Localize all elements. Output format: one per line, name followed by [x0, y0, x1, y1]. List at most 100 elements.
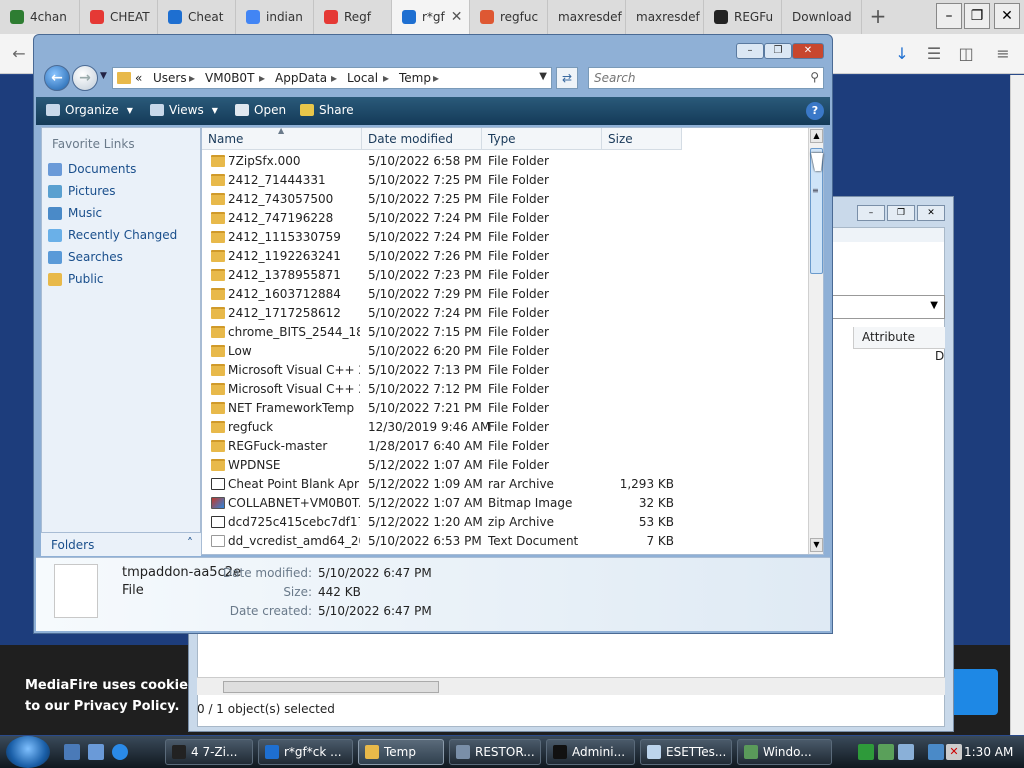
browser-tab[interactable]: Cheat [158, 0, 236, 34]
nav-item-public[interactable]: Public [48, 272, 104, 286]
bg-scroll-thumb[interactable] [223, 681, 439, 693]
breadcrumb-temp[interactable]: Temp [399, 71, 431, 85]
bg-close-button[interactable]: ✕ [917, 205, 945, 221]
browser-tab[interactable]: Regf [314, 0, 392, 34]
organize-button[interactable]: Organize ▼ [46, 103, 133, 117]
breadcrumb-separator[interactable]: ▸ [259, 71, 265, 85]
browser-minimize-button[interactable]: – [936, 3, 962, 29]
clock[interactable]: 1:30 AM [964, 745, 1013, 759]
start-button[interactable] [6, 736, 50, 768]
browser-maximize-button[interactable]: ❐ [964, 3, 990, 29]
explorer-minimize-button[interactable]: – [736, 43, 764, 59]
file-row[interactable]: 2412_1603712884 5/10/2022 7:29 PM File Fol… [202, 285, 808, 304]
browser-tab[interactable]: r*gf ✕ [392, 0, 470, 34]
nav-item-documents[interactable]: Documents [48, 162, 136, 176]
bg-horizontal-scrollbar[interactable] [197, 677, 945, 695]
file-row[interactable]: NET FrameworkTemp 5/10/2022 7:21 PM File F… [202, 399, 808, 418]
switch-windows-icon[interactable] [88, 744, 104, 760]
taskbar-button[interactable]: 4 7-Zi... [165, 739, 253, 765]
web-page-scrollbar[interactable] [1010, 75, 1024, 735]
downloads-icon[interactable]: ↓ [889, 41, 915, 67]
column-header-date[interactable]: Date modified [362, 128, 482, 150]
back-button[interactable]: ← [44, 65, 70, 91]
taskbar-button[interactable]: RESTOR... [449, 739, 541, 765]
browser-tab[interactable]: maxresdef [548, 0, 626, 34]
file-row[interactable]: Cheat Point Blank Apri... 5/12/2022 1:09 … [202, 475, 808, 494]
recent-pages-dropdown[interactable]: ▼ [100, 71, 107, 81]
taskbar-button[interactable]: Windo... [737, 739, 832, 765]
file-row[interactable]: Microsoft Visual C++ 2... 5/10/2022 7:12 … [202, 380, 808, 399]
explorer-close-button[interactable]: ✕ [792, 43, 824, 59]
scroll-up-button[interactable]: ▲ [810, 129, 823, 143]
nav-item-pictures[interactable]: Pictures [48, 184, 116, 198]
file-row[interactable]: chrome_BITS_2544_182... 5/10/2022 7:15 PM… [202, 323, 808, 342]
show-desktop-icon[interactable] [64, 744, 80, 760]
tray-network-icon[interactable] [878, 744, 894, 760]
taskbar-button[interactable]: Temp [358, 739, 444, 765]
breadcrumb-separator[interactable]: ▸ [383, 71, 389, 85]
file-row[interactable]: regfuck 12/30/2019 9:46 AM File Folder [202, 418, 808, 437]
file-row[interactable]: 7ZipSfx.000 5/10/2022 6:58 PM File Folder [202, 152, 808, 171]
breadcrumb-local[interactable]: Local [347, 71, 378, 85]
views-button[interactable]: Views ▼ [150, 103, 218, 117]
sidebar-icon[interactable]: ◫ [953, 41, 979, 67]
taskbar-button[interactable]: Admini... [546, 739, 635, 765]
new-tab-button[interactable]: + [866, 4, 890, 28]
file-row[interactable]: Microsoft Visual C++ 2... 5/10/2022 7:13 … [202, 361, 808, 380]
breadcrumb-users[interactable]: Users [153, 71, 187, 85]
explorer-maximize-button[interactable]: ❐ [764, 43, 792, 59]
breadcrumb-separator[interactable]: ▸ [189, 71, 195, 85]
nav-item-music[interactable]: Music [48, 206, 102, 220]
volume-muted-icon[interactable]: ✕ [946, 744, 962, 760]
browser-tab[interactable]: CHEAT [80, 0, 158, 34]
forward-button[interactable]: → [72, 65, 98, 91]
file-row[interactable]: COLLABNET+VM0B0T.... 5/12/2022 1:07 AM Bit… [202, 494, 808, 513]
folders-toggle[interactable]: Folders ˄ [41, 532, 201, 556]
menu-icon[interactable]: ≡ [990, 41, 1016, 67]
column-header-type[interactable]: Type [482, 128, 602, 150]
internet-explorer-icon[interactable] [112, 744, 128, 760]
file-row[interactable]: REGFuck-master 1/28/2017 6:40 AM File Fold… [202, 437, 808, 456]
library-icon[interactable]: ☰ [921, 41, 947, 67]
file-row[interactable]: 2412_1115330759 5/10/2022 7:24 PM File Fol… [202, 228, 808, 247]
taskbar-button[interactable]: r*gf*ck ... [258, 739, 353, 765]
open-button[interactable]: Open [235, 103, 286, 117]
file-row[interactable]: 2412_1192263241 5/10/2022 7:26 PM File Fol… [202, 247, 808, 266]
attribute-column-header[interactable]: Attribute [853, 327, 945, 349]
browser-tab[interactable]: 4chan [0, 0, 80, 34]
column-header-size[interactable]: Size [602, 128, 682, 150]
search-input[interactable] [592, 70, 792, 86]
refresh-button[interactable]: ⇄ [556, 67, 578, 89]
share-button[interactable]: Share [300, 103, 354, 117]
chevron-down-icon[interactable]: ▼ [539, 71, 547, 82]
cookie-accept-button[interactable] [948, 669, 998, 715]
tray-monitor-icon[interactable] [928, 744, 944, 760]
nav-item-recently-changed[interactable]: Recently Changed [48, 228, 177, 242]
file-list-scrollbar[interactable]: ▲ ≡ ▼ [808, 128, 823, 554]
cookie-line-2[interactable]: to our Privacy Policy. [25, 696, 190, 717]
file-row[interactable]: WPDNSE 5/12/2022 1:07 AM File Folder [202, 456, 808, 475]
browser-tab[interactable]: REGFu [704, 0, 782, 34]
back-arrow-icon[interactable]: ← [6, 41, 32, 67]
file-row[interactable]: 2412_1717258612 5/10/2022 7:24 PM File Fol… [202, 304, 808, 323]
bg-maximize-button[interactable]: ❐ [887, 205, 915, 221]
tab-close-icon[interactable]: ✕ [451, 9, 463, 25]
breadcrumb[interactable]: « Users ▸ VM0B0T ▸ AppData ▸ Local ▸ Tem… [112, 67, 552, 89]
nav-item-searches[interactable]: Searches [48, 250, 123, 264]
browser-close-button[interactable]: ✕ [994, 3, 1020, 29]
file-row[interactable]: 2412_747196228 5/10/2022 7:24 PM File Fold… [202, 209, 808, 228]
file-row[interactable]: dd_vcredist_amd64_20... 5/10/2022 6:53 PM… [202, 532, 808, 551]
tray-app-icon[interactable] [858, 744, 874, 760]
breadcrumb-appdata[interactable]: AppData [275, 71, 327, 85]
breadcrumb-separator[interactable]: ▸ [331, 71, 337, 85]
browser-tab[interactable]: regfuc [470, 0, 548, 34]
file-row[interactable]: 2412_743057500 5/10/2022 7:25 PM File Fold… [202, 190, 808, 209]
help-icon[interactable]: ? [806, 102, 824, 120]
column-header-name[interactable]: Name ▲ [202, 128, 362, 150]
file-row[interactable]: 2412_71444331 5/10/2022 7:25 PM File Folde… [202, 171, 808, 190]
search-icon[interactable]: ⚲ [810, 70, 819, 84]
browser-tab[interactable]: maxresdef [626, 0, 704, 34]
browser-tab[interactable]: indian [236, 0, 314, 34]
breadcrumb-overflow[interactable]: « [135, 71, 142, 85]
taskbar-button[interactable]: ESETTes... [640, 739, 732, 765]
